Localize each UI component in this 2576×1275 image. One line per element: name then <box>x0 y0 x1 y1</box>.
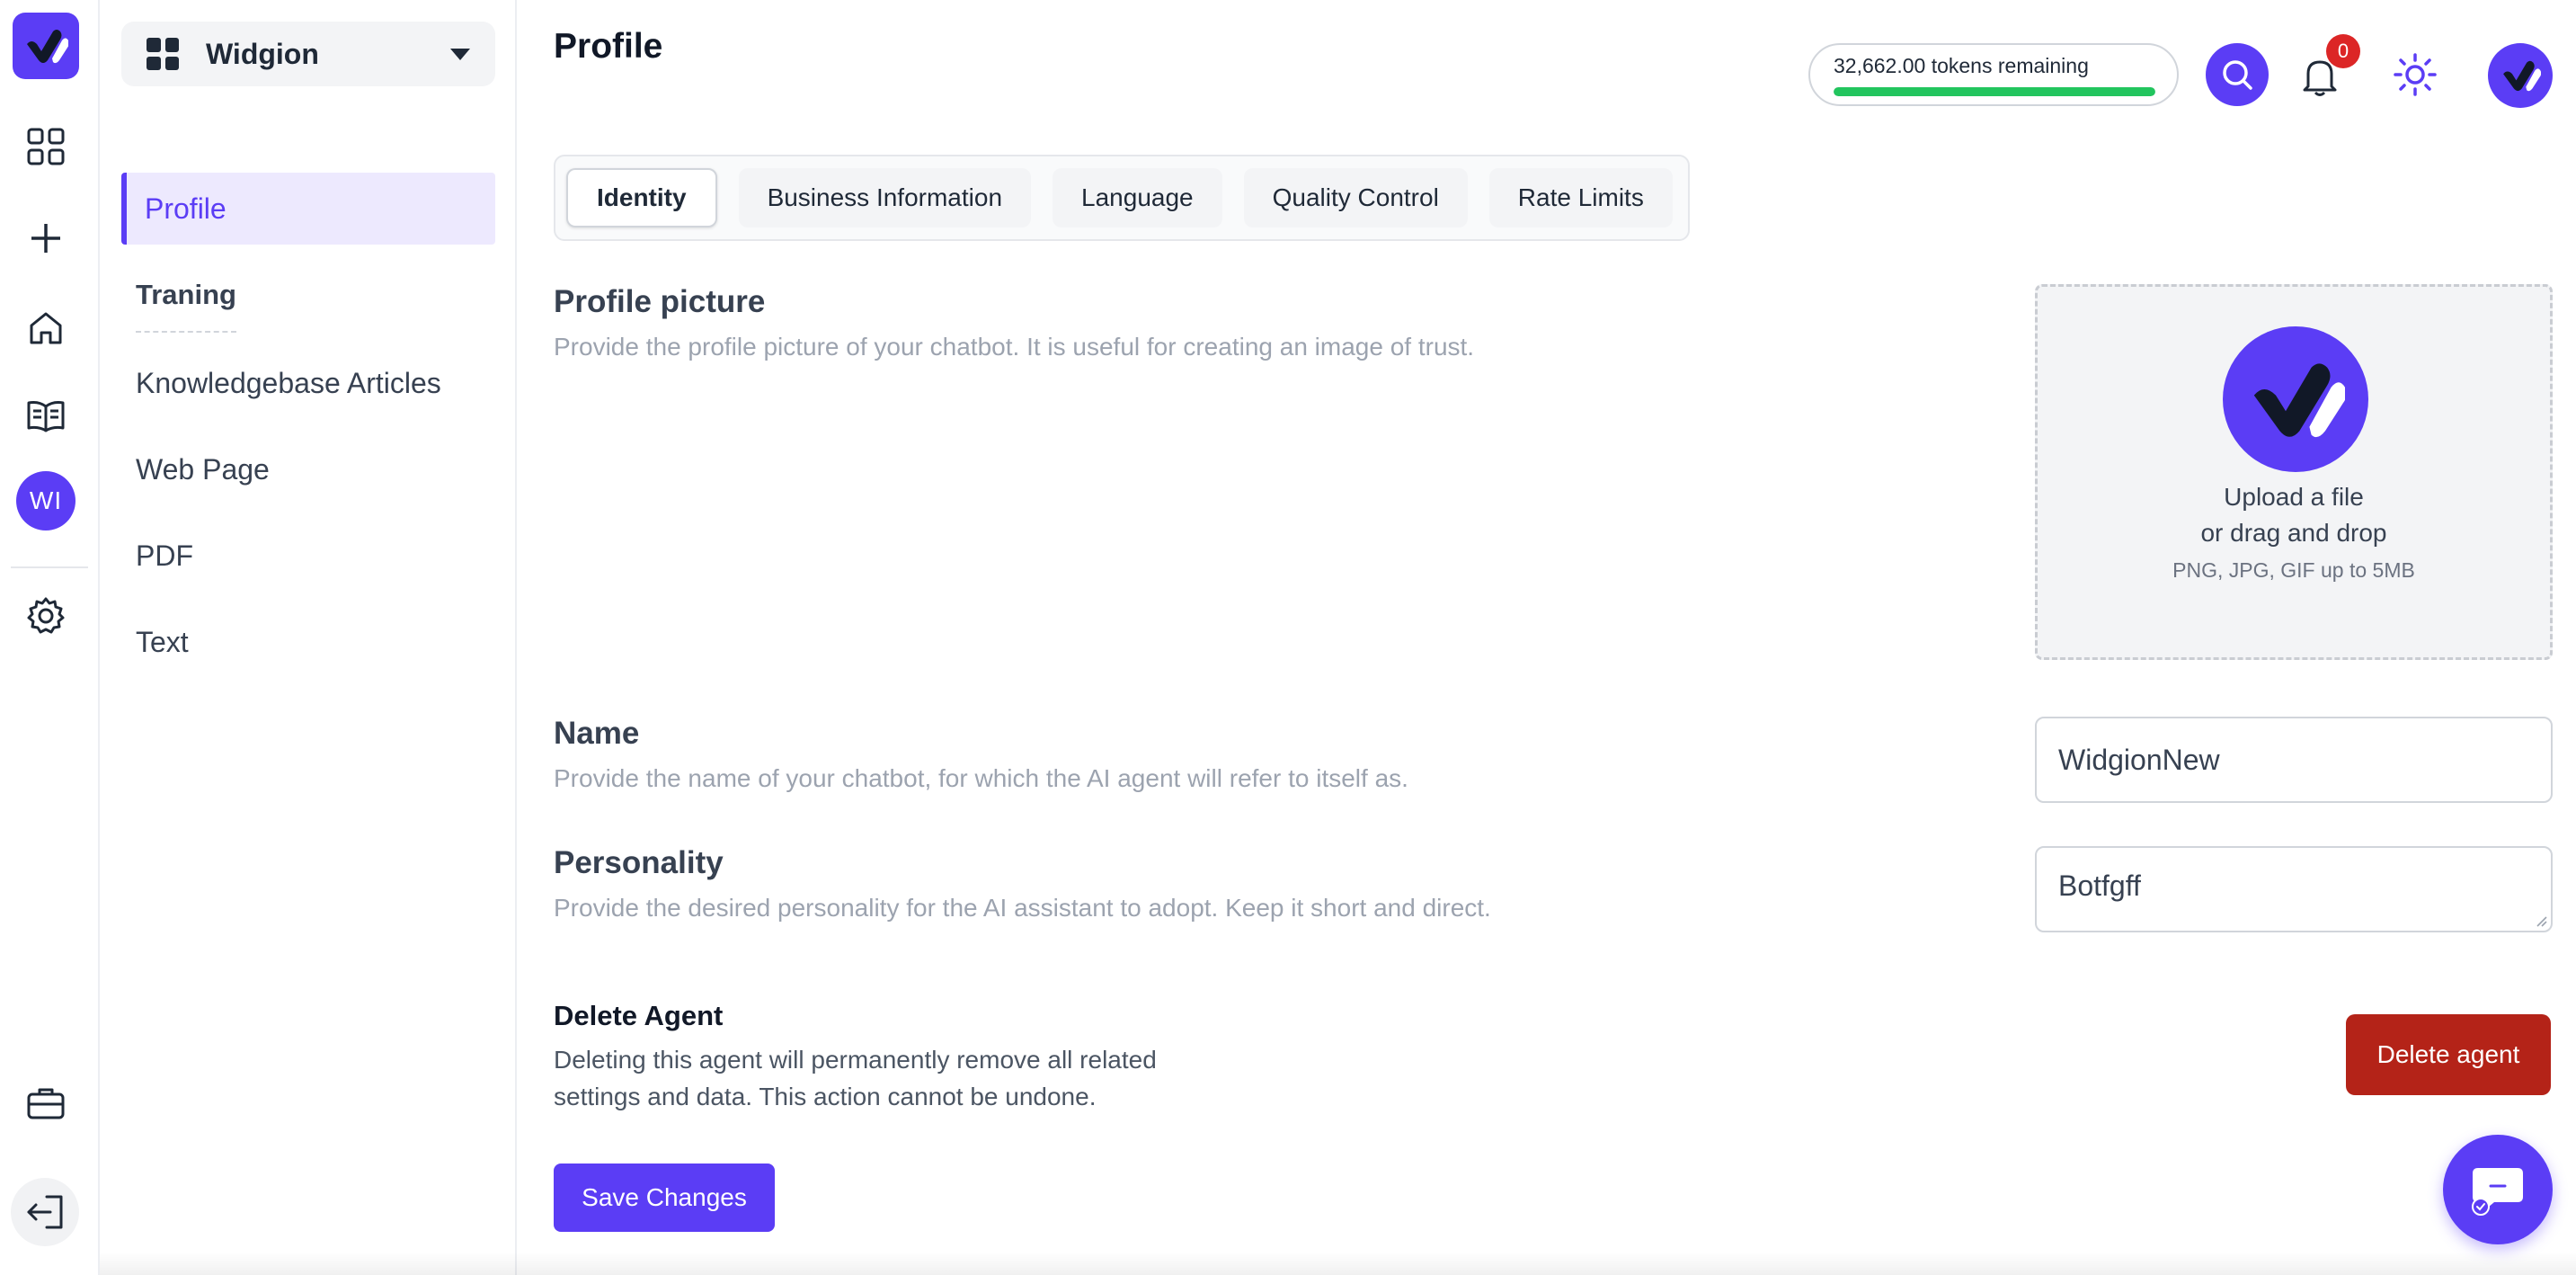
apps-grid-icon <box>147 38 179 70</box>
briefcase-icon[interactable] <box>18 1075 74 1131</box>
tab-quality-control[interactable]: Quality Control <box>1243 168 1468 227</box>
sidebar-item-knowledgebase-articles[interactable]: Knowledgebase Articles <box>136 367 441 400</box>
delete-agent-title: Delete Agent <box>554 1000 724 1031</box>
user-avatar[interactable] <box>2488 43 2553 108</box>
workspace-name: Widgion <box>206 37 319 70</box>
logout-icon[interactable] <box>11 1178 79 1246</box>
profile-picture-dropzone[interactable]: Upload a file or drag and drop PNG, JPG,… <box>2035 284 2553 660</box>
tokens-remaining-indicator: 32,662.00 tokens remaining <box>1808 43 2179 106</box>
tokens-remaining-text: 32,662.00 tokens remaining <box>1834 54 2089 77</box>
name-input[interactable]: WidgionNew <box>2035 717 2553 803</box>
workspace-selector[interactable]: Widgion <box>121 22 495 86</box>
notification-count-badge: 0 <box>2326 34 2360 68</box>
bottom-shadow <box>100 1252 2576 1275</box>
workspace-avatar[interactable]: WI <box>16 471 76 531</box>
logo-icon[interactable] <box>13 13 79 79</box>
chat-widget-button[interactable] <box>2443 1135 2553 1244</box>
theme-toggle-button[interactable] <box>2385 45 2445 104</box>
profile-tabs: Identity Business Information Language Q… <box>554 155 1690 241</box>
name-title: Name <box>554 716 640 751</box>
delete-agent-description: Deleting this agent will permanently rem… <box>554 1046 1157 1110</box>
sidebar-item-training[interactable]: Traning <box>136 279 236 333</box>
personality-description: Provide the desired personality for the … <box>554 894 1491 922</box>
delete-agent-button[interactable]: Delete agent <box>2346 1014 2551 1095</box>
drag-drop-text: or drag and drop <box>2200 519 2387 547</box>
page-title: Profile <box>554 27 663 66</box>
tokens-progress-fill <box>1834 87 2155 96</box>
home-icon[interactable] <box>18 300 74 356</box>
plus-icon[interactable] <box>18 210 74 266</box>
profile-picture-description: Provide the profile picture of your chat… <box>554 333 1475 361</box>
tab-identity[interactable]: Identity <box>566 168 717 227</box>
tab-business-information[interactable]: Business Information <box>738 168 1032 227</box>
gear-icon[interactable] <box>18 588 74 644</box>
tokens-progress-bar <box>1834 87 2155 96</box>
sidebar-item-pdf[interactable]: PDF <box>136 539 193 573</box>
profile-picture-preview <box>2223 326 2368 472</box>
sidebar: Widgion Profile Traning Knowledgebase Ar… <box>100 0 517 1275</box>
sidebar-item-web-page[interactable]: Web Page <box>136 453 270 486</box>
save-changes-button[interactable]: Save Changes <box>554 1164 775 1232</box>
upload-file-types-note: PNG, JPG, GIF up to 5MB <box>2172 558 2415 582</box>
personality-textarea[interactable]: Botfgff <box>2035 846 2553 932</box>
rail-divider <box>11 566 88 568</box>
search-icon <box>2223 60 2252 90</box>
tab-rate-limits[interactable]: Rate Limits <box>1488 168 1673 227</box>
search-button[interactable] <box>2206 43 2269 106</box>
sidebar-item-text[interactable]: Text <box>136 626 189 659</box>
tab-language[interactable]: Language <box>1053 168 1222 227</box>
resize-handle-icon[interactable] <box>2535 914 2547 927</box>
profile-picture-title: Profile picture <box>554 284 766 319</box>
personality-value: Botfgff <box>2058 869 2141 902</box>
personality-title: Personality <box>554 845 724 880</box>
book-icon[interactable] <box>18 388 74 444</box>
name-description: Provide the name of your chatbot, for wh… <box>554 764 1408 792</box>
upload-file-link[interactable]: Upload a file <box>2038 483 2550 512</box>
sun-icon <box>2394 53 2437 96</box>
chevron-down-icon <box>450 48 470 60</box>
chat-icon <box>2472 1168 2523 1216</box>
sidebar-item-profile[interactable]: Profile <box>121 173 495 245</box>
dashboard-grid-icon[interactable] <box>18 119 74 174</box>
icon-rail: WI <box>0 0 100 1275</box>
